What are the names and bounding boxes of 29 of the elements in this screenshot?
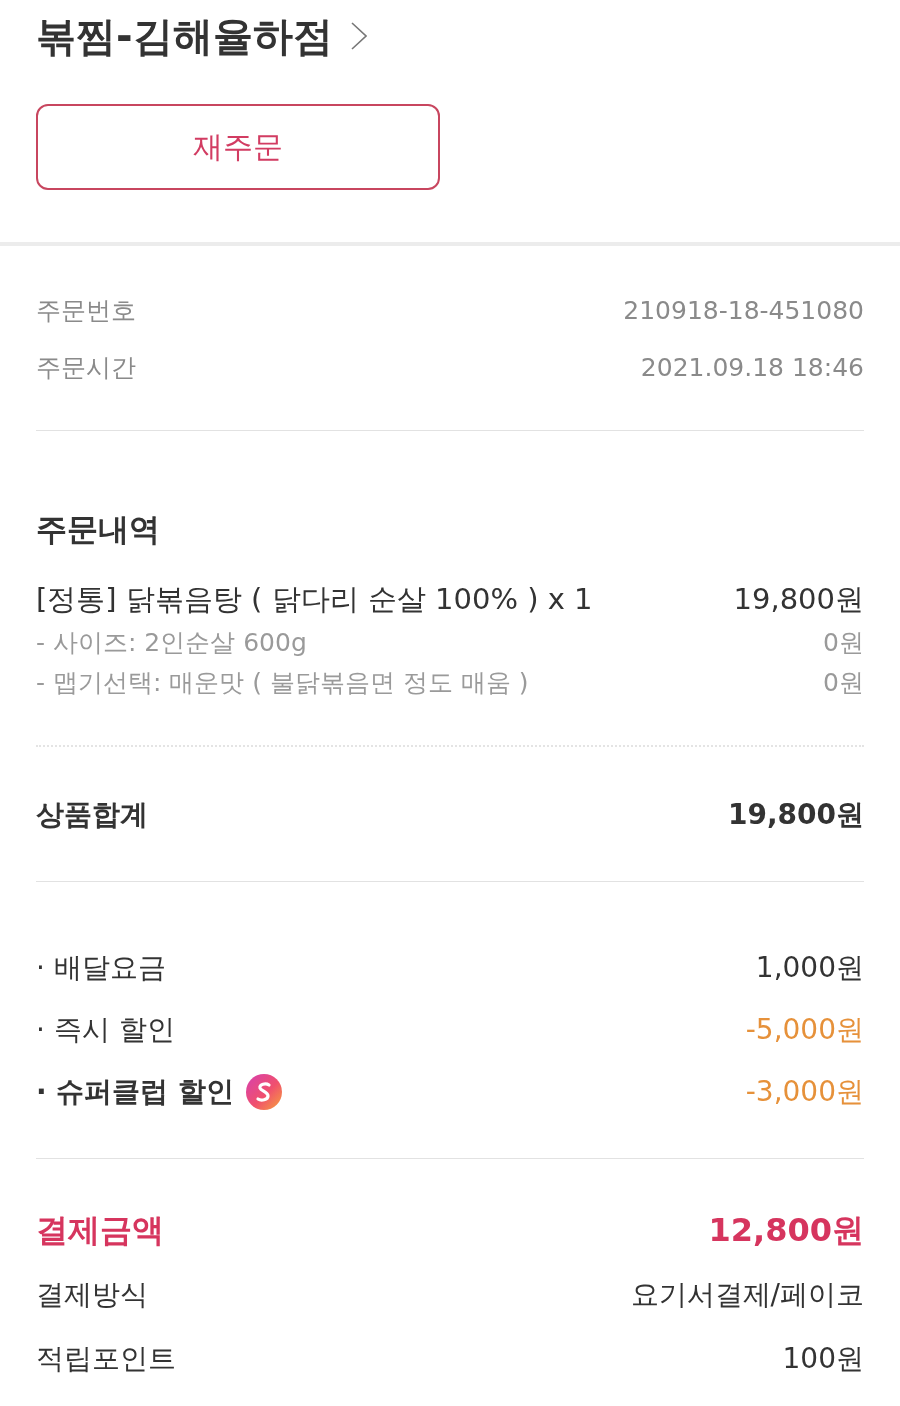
charge-amount: 1,000원 [755,950,864,986]
payment-value: 요기서결제/페이코 [630,1277,864,1313]
chevron-right-icon[interactable] [350,22,367,50]
charge-label: · 슈퍼클럽 할인 [36,1074,235,1110]
charge-amount: -5,000원 [745,1012,864,1048]
charge-label: · 즉시 할인 [36,1012,175,1048]
info-value: 210918-18-451080 [623,296,864,325]
option-price: 0원 [823,666,864,699]
info-label: 주문시간 [36,352,136,384]
section-title: 주문내역 [36,510,160,549]
info-value: 2021.09.18 18:46 [640,353,864,382]
option-text: - 맵기선택: 매운맛 ( 불닭볶음면 정도 매움 ) [36,666,529,699]
payment-label: 적립포인트 [36,1341,176,1377]
charge-label: · 배달요금 [36,950,166,986]
payment-label: 결제금액 [36,1210,164,1251]
menu-item-name: [정통] 닭볶음탕 ( 닭다리 순살 100% ) x 1 [36,581,593,618]
charge-amount: -3,000원 [745,1074,864,1110]
option-text: - 사이즈: 2인순살 600g [36,626,307,659]
store-name-link[interactable]: 볶찜-김해율하점 [36,8,333,64]
subtotal-value: 19,800원 [727,797,864,833]
super-club-badge-icon [246,1074,283,1110]
payment-value: 12,800원 [708,1210,864,1251]
subtotal-label: 상품합계 [36,797,148,833]
payment-value: 100원 [782,1341,864,1377]
reorder-button[interactable]: 재주문 [36,104,440,190]
payment-label: 결제방식 [36,1277,148,1313]
option-price: 0원 [823,626,864,659]
info-label: 주문번호 [36,295,136,327]
menu-item-price: 19,800원 [733,581,864,618]
